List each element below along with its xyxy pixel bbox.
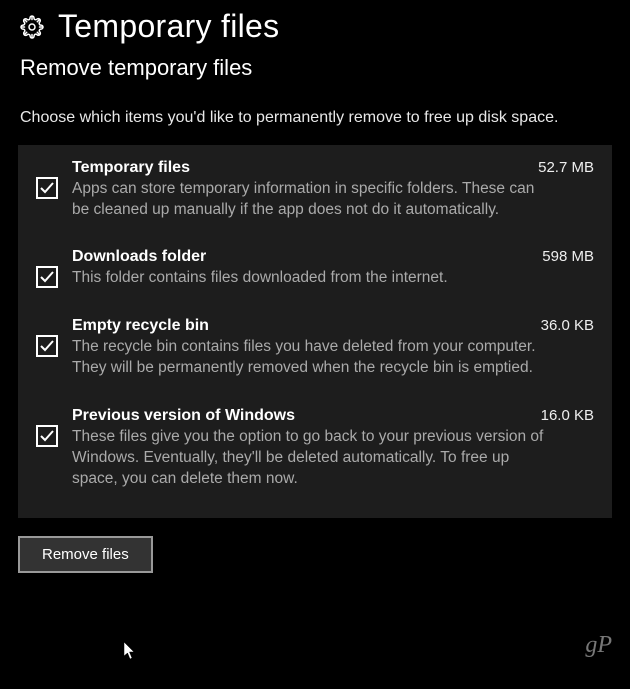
remove-files-button[interactable]: Remove files [18,536,153,573]
item-description: This folder contains files downloaded fr… [72,268,552,289]
item-description: Apps can store temporary information in … [72,179,552,221]
checkbox-previous-windows[interactable] [36,425,58,447]
checkbox-temporary-files[interactable] [36,177,58,199]
list-item: Downloads folder 598 MB This folder cont… [36,248,594,289]
item-title: Empty recycle bin [72,317,209,335]
check-icon [40,430,54,442]
item-title: Downloads folder [72,248,206,266]
check-icon [40,271,54,283]
list-item: Temporary files 52.7 MB Apps can store t… [36,159,594,221]
list-item: Previous version of Windows 16.0 KB Thes… [36,407,594,490]
item-size: 52.7 MB [538,159,594,176]
check-icon [40,182,54,194]
item-description: The recycle bin contains files you have … [72,337,552,379]
item-size: 16.0 KB [541,407,594,424]
item-title: Temporary files [72,159,190,177]
cursor-icon [124,642,138,665]
item-body: Previous version of Windows 16.0 KB Thes… [72,407,594,490]
item-size: 36.0 KB [541,317,594,334]
item-description: These files give you the option to go ba… [72,427,552,490]
list-item: Empty recycle bin 36.0 KB The recycle bi… [36,317,594,379]
item-body: Temporary files 52.7 MB Apps can store t… [72,159,594,221]
gear-icon [20,9,44,44]
checkbox-downloads-folder[interactable] [36,266,58,288]
items-panel: Temporary files 52.7 MB Apps can store t… [18,145,612,518]
watermark: gP [585,632,612,659]
page-subtitle: Remove temporary files [20,55,610,81]
item-title: Previous version of Windows [72,407,295,425]
page-title: Temporary files [58,8,279,45]
check-icon [40,340,54,352]
item-body: Downloads folder 598 MB This folder cont… [72,248,594,289]
instruction-text: Choose which items you'd like to permane… [20,107,580,129]
checkbox-recycle-bin[interactable] [36,335,58,357]
page-header: Temporary files [20,8,610,45]
item-size: 598 MB [542,248,594,265]
item-body: Empty recycle bin 36.0 KB The recycle bi… [72,317,594,379]
